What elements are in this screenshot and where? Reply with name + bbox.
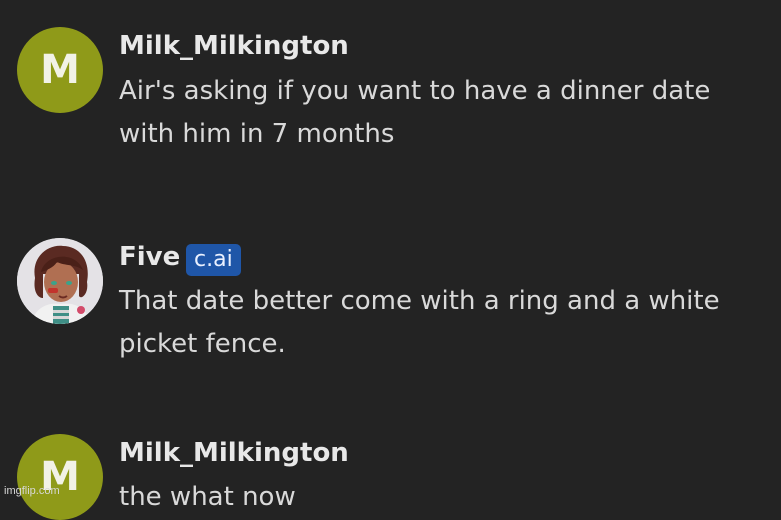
user-avatar[interactable]: M xyxy=(17,434,103,520)
user-avatar[interactable]: M xyxy=(17,27,103,113)
character-avatar[interactable] xyxy=(17,238,103,324)
message-text: That date better come with a ring and a … xyxy=(119,286,720,359)
imgflip-watermark: imgflip.com xyxy=(4,485,60,497)
username[interactable]: Milk_Milkington xyxy=(119,31,349,61)
message-text: the what now xyxy=(119,482,296,512)
username[interactable]: Milk_Milkington xyxy=(119,438,349,468)
character-name[interactable]: Five xyxy=(119,242,180,272)
message-text: Air's asking if you want to have a dinne… xyxy=(119,76,711,149)
cai-badge: c.ai xyxy=(186,244,241,276)
character-portrait-icon xyxy=(17,238,103,324)
avatar-letter: M xyxy=(40,47,80,93)
